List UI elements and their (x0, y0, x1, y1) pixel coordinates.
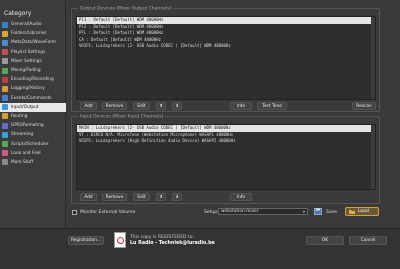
sidebar-item[interactable]: Encoding/Recording (0, 75, 66, 84)
sidebar-item-label: Look and Feel (11, 150, 41, 156)
speaker-icon (2, 21, 8, 28)
waveform-icon (2, 39, 8, 46)
monitor-volume-label: Monitor External Volume (80, 209, 136, 215)
input-list-scrollbar[interactable] (371, 125, 375, 189)
input-move-up-button[interactable]: ⬆ (156, 193, 166, 201)
sidebar-item-label: Encoding/Recording (11, 77, 54, 83)
device-row[interactable]: VOIP1: Luidsprekers (2- USB Audio CODEC … (77, 43, 375, 50)
sidebar-item[interactable]: Look and Feel (0, 149, 66, 158)
sidebar-item-label: Streaming (11, 132, 34, 138)
io-icon (2, 104, 8, 111)
playlist-icon (2, 49, 8, 56)
save-button[interactable]: Save (326, 210, 337, 215)
sidebar-item[interactable]: GPIO/Remoting (0, 121, 66, 130)
category-title: Category (4, 10, 32, 17)
script-icon (2, 141, 8, 148)
sidebar-item-label: More Stuff (11, 159, 34, 165)
log-icon (2, 85, 8, 92)
sidebar-item-label: General/Audio (11, 22, 42, 28)
sidebar-item[interactable]: More Stuff (0, 158, 66, 167)
output-move-down-button[interactable]: ⬇ (172, 102, 182, 110)
input-move-down-button[interactable]: ⬇ (172, 193, 182, 201)
monitor-volume-checkbox[interactable] (72, 210, 77, 215)
sidebar-item[interactable]: Events/Commands (0, 94, 66, 103)
mixer-icon (2, 58, 8, 65)
output-edit-button[interactable]: Edit (133, 102, 150, 110)
folder-icon (2, 30, 8, 37)
output-move-up-button[interactable]: ⬆ (156, 102, 166, 110)
sidebar-item[interactable]: Mixer Settings (0, 57, 66, 66)
sidebar-item-label: Routing (11, 113, 28, 119)
output-info-button[interactable]: Info (230, 102, 252, 110)
input-info-button[interactable]: Info (230, 193, 252, 201)
input-edit-button[interactable]: Edit (133, 193, 150, 201)
fader-icon (2, 67, 8, 74)
output-devices-title: Output Devices (Mixer Output Channels) (78, 6, 174, 12)
cancel-button[interactable]: Cancel (349, 236, 387, 245)
sidebar-item-label: Mixing/Fading (11, 68, 41, 74)
input-add-button[interactable]: Add (80, 193, 97, 201)
settings-bar: Monitor External Volume Setup: webstatio… (66, 205, 400, 228)
sidebar-item-label: Logging/History (11, 86, 45, 92)
sidebar-item-label: Events/Commands (11, 95, 52, 101)
sidebar-item-label: Folders/Libraries (11, 31, 47, 37)
category-sidebar: Category General/Audio Folders/Libraries M… (0, 0, 66, 228)
more-icon (2, 159, 8, 166)
sidebar-item-label: Mixer Settings (11, 58, 42, 64)
output-add-button[interactable]: Add (80, 102, 97, 110)
output-list-scrollbar[interactable] (371, 17, 375, 99)
sidebar-item[interactable]: Streaming (0, 130, 66, 139)
output-remove-button[interactable]: Remove (102, 102, 127, 110)
chevron-down-icon: ▾ (302, 209, 305, 214)
input-remove-button[interactable]: Remove (102, 193, 127, 201)
streaming-icon (2, 131, 8, 138)
registration-owner: Lu Radio - Techniek@luradio.be (130, 241, 215, 246)
category-list: General/Audio Folders/Libraries MetaData/W… (0, 20, 66, 167)
input-device-list[interactable]: MAIN : Luidsprekers (2- USB Audio CODEC … (76, 124, 376, 190)
sidebar-item[interactable]: Routing (0, 112, 66, 121)
sidebar-item-label: Scripts/Scheduler (11, 141, 49, 147)
gpio-icon (2, 122, 8, 129)
rescan-button[interactable]: Rescan (352, 102, 376, 110)
input-devices-panel: Input Devices (Mixer Input Channels) MAI… (71, 114, 380, 204)
sidebar-item[interactable]: Input/Output (0, 102, 66, 112)
arrow-up-icon: ⬆ (159, 194, 163, 200)
save-icon[interactable] (314, 208, 322, 215)
sidebar-item[interactable]: Playlist Settings (0, 48, 66, 57)
output-devices-panel: Output Devices (Mixer Output Channels) P… (71, 6, 380, 112)
load-label: Load (358, 209, 369, 214)
arrow-down-icon: ⬇ (175, 194, 179, 200)
registration-text: This copy is REGISTERED to: (130, 235, 194, 240)
sidebar-item-label: Input/Output (11, 104, 39, 110)
record-icon (2, 76, 8, 83)
sidebar-item[interactable]: Mixing/Fading (0, 66, 66, 75)
registration-logo-icon (114, 232, 126, 248)
sidebar-item[interactable]: Logging/History (0, 84, 66, 93)
folder-open-icon (349, 210, 355, 214)
dialog-footer: Registration... This copy is REGISTERED … (0, 228, 400, 269)
sidebar-item-label: Playlist Settings (11, 49, 46, 55)
device-row[interactable]: VOIP1: Luidsprekers (High Definition Aud… (77, 138, 375, 145)
sidebar-item[interactable]: MetaData/WaveForm (0, 38, 66, 47)
registration-button[interactable]: Registration... (68, 236, 104, 245)
arrow-up-icon: ⬆ (159, 103, 163, 109)
routing-icon (2, 113, 8, 120)
sidebar-item[interactable]: Folders/Libraries (0, 29, 66, 38)
sidebar-item-label: GPIO/Remoting (11, 123, 44, 129)
sidebar-item[interactable]: Scripts/Scheduler (0, 139, 66, 148)
sidebar-item[interactable]: General/Audio (0, 20, 66, 29)
setup-select[interactable]: webstation-mixer ▾ (218, 208, 308, 215)
ok-button[interactable]: OK (306, 236, 344, 245)
test-tone-button[interactable]: Test Tone (257, 102, 287, 110)
load-button[interactable]: Load (345, 207, 379, 216)
events-icon (2, 95, 8, 102)
output-device-list[interactable]: Pl1 : Default [Default] WDM 48000Hz Pl2 :… (76, 16, 376, 100)
palette-icon (2, 150, 8, 157)
arrow-down-icon: ⬇ (175, 103, 179, 109)
setup-select-value: webstation-mixer (221, 209, 259, 214)
setup-label: Setup: (204, 209, 219, 215)
input-devices-title: Input Devices (Mixer Input Channels) (78, 114, 166, 120)
sidebar-item-label: MetaData/WaveForm (11, 40, 56, 46)
